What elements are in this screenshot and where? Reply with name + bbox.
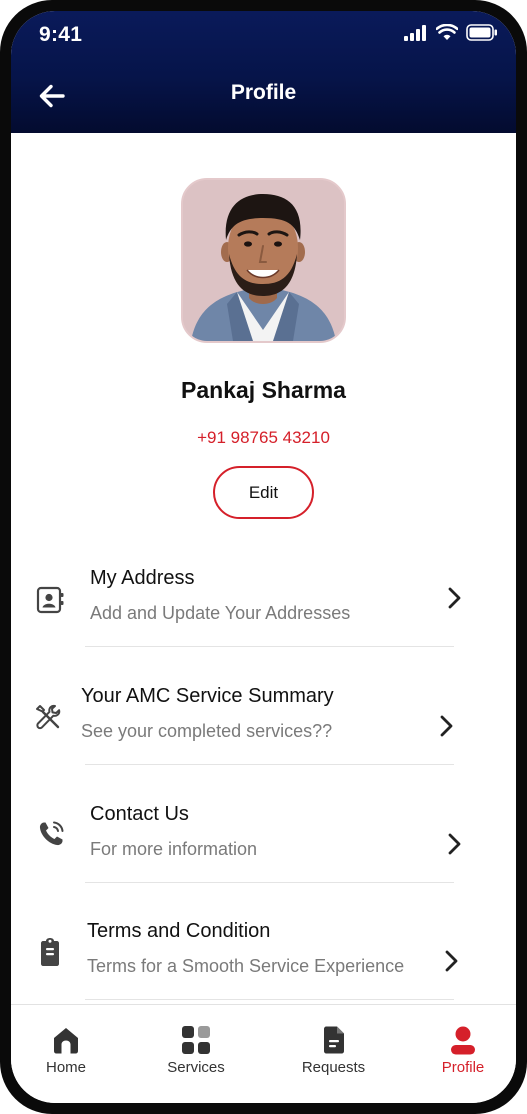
nav-label-services: Services (167, 1059, 225, 1076)
page-title: Profile (230, 81, 297, 104)
profile-name: Pankaj Sharma (181, 377, 346, 403)
nav-item-profile[interactable]: Profile (437, 1005, 489, 1103)
chevron-right-icon (448, 587, 461, 609)
phone-call-icon (39, 821, 64, 846)
nav-label-home: Home (45, 1059, 86, 1076)
nav-item-home[interactable]: Home (41, 1005, 91, 1103)
bottom-nav: Home Services Requests Profile (11, 1004, 516, 1103)
menu-item-subtitle: For more information (90, 839, 258, 859)
nav-item-requests[interactable]: Requests (296, 1005, 371, 1103)
clipboard-icon (41, 938, 59, 966)
menu-divider (85, 646, 454, 647)
menu-item-title: Terms and Condition (87, 920, 271, 942)
status-icons (404, 24, 498, 41)
document-icon (324, 1026, 344, 1054)
menu-divider (85, 882, 454, 883)
nav-label-requests: Requests (301, 1059, 366, 1076)
address-book-icon (36, 586, 64, 614)
nav-label-profile: Profile (441, 1059, 485, 1076)
menu-item-subtitle: See your completed services?? (81, 721, 333, 741)
profile-phone: +91 98765 43210 (197, 428, 330, 447)
menu-item-title: Contact Us (90, 803, 189, 825)
menu-item-amc-summary[interactable]: Your AMC Service Summary See your comple… (11, 685, 516, 802)
menu-divider (85, 999, 454, 1000)
menu-item-title: Your AMC Service Summary (81, 685, 334, 707)
services-grid-icon (182, 1026, 210, 1054)
status-time: 9:41 (39, 23, 83, 46)
signal-icon (404, 24, 426, 41)
app-header: 9:41 Profile (11, 11, 516, 133)
menu-item-title: My Address (90, 567, 195, 589)
user-icon (451, 1026, 475, 1055)
person-photo (183, 180, 344, 341)
chevron-right-icon (448, 833, 461, 855)
tools-icon (36, 704, 61, 730)
battery-icon (466, 24, 497, 41)
wifi-icon (436, 24, 458, 40)
phone-frame: 9:41 Profile Pankaj Sharma +91 98765 432… (0, 0, 527, 1114)
menu-item-subtitle: Add and Update Your Addresses (90, 603, 351, 623)
chevron-right-icon (445, 950, 458, 972)
menu-item-subtitle: Terms for a Smooth Service Experience (87, 956, 405, 976)
menu-divider (85, 764, 454, 765)
nav-item-services[interactable]: Services (161, 1005, 231, 1103)
profile-avatar (181, 178, 346, 343)
edit-profile-button[interactable]: Edit (213, 466, 314, 519)
chevron-right-icon (440, 715, 453, 737)
menu-item-my-address[interactable]: My Address Add and Update Your Addresses (11, 567, 516, 684)
home-icon (54, 1028, 78, 1054)
app-screen: 9:41 Profile Pankaj Sharma +91 98765 432… (11, 11, 516, 1103)
menu-item-contact-us[interactable]: Contact Us For more information (11, 803, 516, 920)
